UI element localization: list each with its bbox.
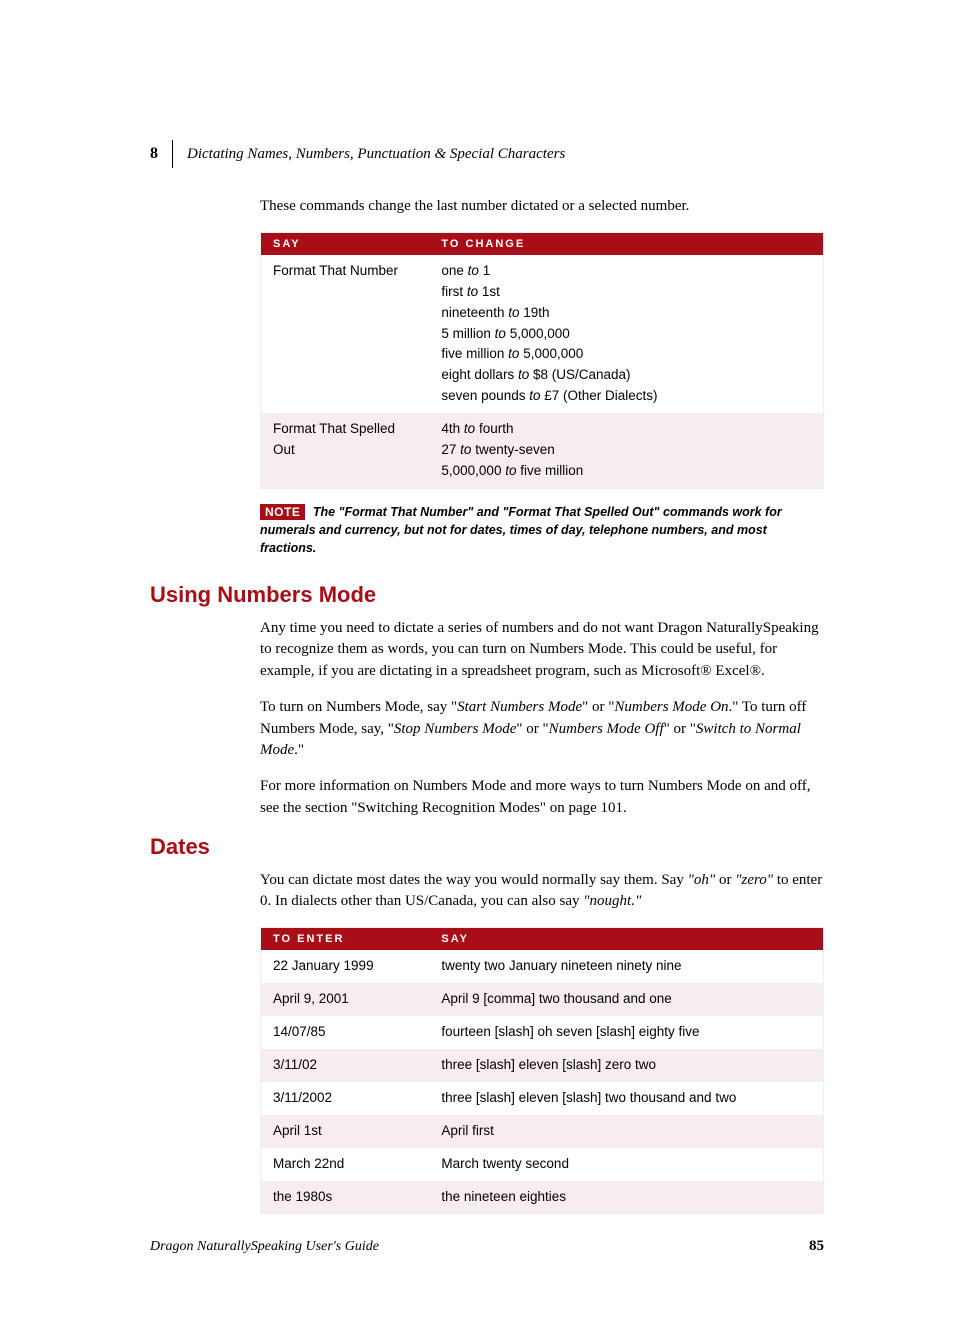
footer-title: Dragon NaturallySpeaking User's Guide — [150, 1239, 379, 1255]
dates-p1: You can dictate most dates the way you w… — [260, 870, 824, 914]
header-divider — [172, 140, 173, 168]
note-text: The "Format That Number" and "Format Tha… — [260, 505, 782, 556]
change-line: 5,000,000 to five million — [441, 461, 811, 482]
change-line: one to 1 — [441, 261, 811, 282]
text-span: ." — [294, 742, 304, 758]
table-cell-say: April first — [429, 1115, 823, 1148]
note-label: NOTE — [260, 504, 305, 520]
change-line: eight dollars to $8 (US/Canada) — [441, 365, 811, 386]
table-row: Format That Spelled Out4th to fourth27 t… — [261, 413, 824, 488]
change-line: 5 million to 5,000,000 — [441, 324, 811, 345]
table-row: Format That Numberone to 1first to 1stni… — [261, 255, 824, 413]
text-span: or — [715, 872, 735, 888]
table-header-say: SAY — [429, 928, 823, 951]
text-span: To turn on Numbers Mode, say " — [260, 699, 457, 715]
text-span: " or " — [582, 699, 614, 715]
change-line: seven pounds to £7 (Other Dialects) — [441, 386, 811, 407]
quoted-term: "nought." — [583, 893, 641, 909]
change-line: five million to 5,000,000 — [441, 344, 811, 365]
table-cell-say: Format That Spelled Out — [261, 413, 430, 488]
table-cell-enter: April 9, 2001 — [261, 983, 430, 1016]
intro-paragraph: These commands change the last number di… — [260, 196, 824, 218]
change-line: 27 to twenty-seven — [441, 440, 811, 461]
table-cell-say: Format That Number — [261, 255, 430, 413]
change-line: nineteenth to 19th — [441, 303, 811, 324]
table-row: April 1stApril first — [261, 1115, 824, 1148]
section-heading-numbers-mode: Using Numbers Mode — [150, 582, 824, 608]
footer-page-number: 85 — [809, 1238, 824, 1255]
text-span: " or " — [516, 721, 548, 737]
table-cell-enter: April 1st — [261, 1115, 430, 1148]
command-name: Start Numbers Mode — [457, 699, 582, 715]
command-name: Stop Numbers Mode — [394, 721, 517, 737]
document-page: 8 Dictating Names, Numbers, Punctuation … — [0, 0, 954, 1335]
page-footer: Dragon NaturallySpeaking User's Guide 85 — [150, 1238, 824, 1255]
table-row: the 1980sthe nineteen eighties — [261, 1181, 824, 1214]
change-line: first to 1st — [441, 282, 811, 303]
table-cell-say: March twenty second — [429, 1148, 823, 1181]
table-cell-enter: March 22nd — [261, 1148, 430, 1181]
table-row: 14/07/85fourteen [slash] oh seven [slash… — [261, 1016, 824, 1049]
quoted-term: "zero" — [735, 872, 773, 888]
table-cell-change: one to 1first to 1stnineteenth to 19th5 … — [429, 255, 823, 413]
text-span: " or " — [664, 721, 696, 737]
content-block-3: You can dictate most dates the way you w… — [260, 870, 824, 1215]
section-heading-dates: Dates — [150, 834, 824, 860]
numbers-mode-p3: For more information on Numbers Mode and… — [260, 776, 824, 820]
table-header-say: SAY — [261, 232, 430, 255]
table-cell-say: three [slash] eleven [slash] two thousan… — [429, 1082, 823, 1115]
command-name: Numbers Mode Off — [549, 721, 664, 737]
table-row: April 9, 2001April 9 [comma] two thousan… — [261, 983, 824, 1016]
chapter-number: 8 — [150, 145, 158, 163]
table-header-enter: TO ENTER — [261, 928, 430, 951]
table-cell-enter: 3/11/02 — [261, 1049, 430, 1082]
numbers-mode-p1: Any time you need to dictate a series of… — [260, 618, 824, 683]
table-cell-say: three [slash] eleven [slash] zero two — [429, 1049, 823, 1082]
table-cell-say: fourteen [slash] oh seven [slash] eighty… — [429, 1016, 823, 1049]
table-cell-say: the nineteen eighties — [429, 1181, 823, 1214]
content-block-2: Any time you need to dictate a series of… — [260, 618, 824, 820]
numbers-mode-p2: To turn on Numbers Mode, say "Start Numb… — [260, 697, 824, 762]
note-block: NOTE The "Format That Number" and "Forma… — [260, 503, 824, 558]
page-header: 8 Dictating Names, Numbers, Punctuation … — [150, 140, 824, 168]
dates-table: TO ENTER SAY 22 January 1999twenty two J… — [260, 927, 824, 1214]
table-cell-change: 4th to fourth27 to twenty-seven5,000,000… — [429, 413, 823, 488]
table-cell-say: April 9 [comma] two thousand and one — [429, 983, 823, 1016]
text-span: You can dictate most dates the way you w… — [260, 872, 688, 888]
chapter-title: Dictating Names, Numbers, Punctuation & … — [187, 146, 565, 163]
table-header-change: TO CHANGE — [429, 232, 823, 255]
command-name: Numbers Mode On — [614, 699, 728, 715]
quoted-term: "oh" — [688, 872, 716, 888]
format-commands-table: SAY TO CHANGE Format That Numberone to 1… — [260, 232, 824, 489]
table-cell-enter: 14/07/85 — [261, 1016, 430, 1049]
change-line: 4th to fourth — [441, 419, 811, 440]
content-block-1: These commands change the last number di… — [260, 196, 824, 558]
table-row: 3/11/02three [slash] eleven [slash] zero… — [261, 1049, 824, 1082]
table-cell-say: twenty two January nineteen ninety nine — [429, 950, 823, 983]
table-cell-enter: 22 January 1999 — [261, 950, 430, 983]
table-row: March 22ndMarch twenty second — [261, 1148, 824, 1181]
table-cell-enter: the 1980s — [261, 1181, 430, 1214]
table-row: 3/11/2002three [slash] eleven [slash] tw… — [261, 1082, 824, 1115]
table-row: 22 January 1999twenty two January ninete… — [261, 950, 824, 983]
table-cell-enter: 3/11/2002 — [261, 1082, 430, 1115]
